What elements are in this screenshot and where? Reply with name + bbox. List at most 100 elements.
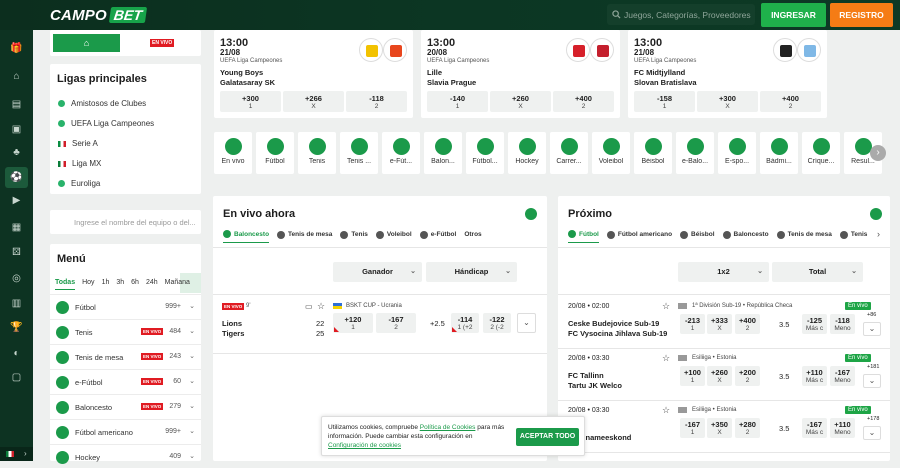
chevron-down-icon[interactable]: ⌄ <box>189 352 195 360</box>
cookie-policy-link[interactable]: Política de Cookies <box>420 424 476 431</box>
tab-voleibol[interactable]: Voleibol <box>375 230 412 243</box>
bag-icon[interactable]: ▢ <box>9 370 24 385</box>
tab-e-futbol[interactable]: e-Fútbol <box>419 230 456 243</box>
more-markets-count[interactable]: +86 <box>867 312 876 318</box>
odd-button[interactable]: -167 Meno <box>830 366 855 386</box>
dice-icon[interactable]: ⚄ <box>9 245 24 260</box>
casino-icon[interactable]: ◎ <box>9 271 24 286</box>
odd-button[interactable]: -118 Meno <box>830 314 855 334</box>
more-markets-count[interactable]: +181 <box>867 364 879 370</box>
odd-button[interactable]: -167 Más c <box>802 418 827 438</box>
video-icon[interactable]: ▶ <box>9 193 24 208</box>
odd-button[interactable]: -140 1 <box>427 91 488 112</box>
menu-sport-item[interactable]: Fútbol americano 999+ ⌄ <box>50 419 201 443</box>
odd-button[interactable]: +260 X <box>490 91 551 112</box>
sport-shortcut[interactable]: Carrer... <box>550 132 588 174</box>
chevron-down-icon[interactable]: ⌄ <box>189 327 195 335</box>
expand-button[interactable]: ⌄ <box>863 322 881 336</box>
upcoming-match-row[interactable]: 20/08 • 02:00 ☆ 1ª División Sub-19 • Repúb… <box>558 300 890 350</box>
odd-button[interactable]: +400 2 <box>760 91 821 112</box>
chevron-down-icon[interactable]: ⌄ <box>189 427 195 435</box>
sport-shortcut[interactable]: E-spo... <box>718 132 756 174</box>
sport-shortcut[interactable]: En vivo <box>214 132 252 174</box>
tab-baloncesto[interactable]: Baloncesto <box>722 230 769 243</box>
odd-button[interactable]: +300 X <box>697 91 758 112</box>
odd-button[interactable]: -213 1 <box>680 314 705 334</box>
tab-tenis[interactable]: Tenis <box>839 230 867 243</box>
clover-icon[interactable]: ♣ <box>9 145 24 160</box>
sports-icon[interactable]: ⚽ <box>5 167 28 188</box>
filter-tomorrow[interactable]: Mañana <box>165 279 190 290</box>
market-select-winner[interactable]: Ganador ⌄ <box>333 262 422 282</box>
star-icon[interactable]: ☆ <box>662 405 670 416</box>
menu-sport-item[interactable]: Tenis de mesa EN VIVO 243 ⌄ <box>50 344 201 368</box>
market-select-total[interactable]: Total ⌄ <box>772 262 863 282</box>
odd-button[interactable]: -167 1 <box>680 418 705 438</box>
gift-icon[interactable]: 🎁 <box>9 41 24 56</box>
odd-button[interactable]: +120 1 <box>333 313 373 333</box>
league-item[interactable]: Serie A <box>58 139 98 148</box>
chevron-right-icon[interactable]: › <box>24 449 27 458</box>
trophy-icon[interactable]: 🏆 <box>9 320 24 335</box>
tab-tenis-de-mesa[interactable]: Tenis de mesa <box>277 230 332 243</box>
filter-today[interactable]: Hoy <box>82 279 94 290</box>
league-item[interactable]: Euroliga <box>58 179 100 188</box>
live-tv-icon[interactable]: ▣ <box>9 122 24 137</box>
sport-shortcut[interactable]: e-Fút... <box>382 132 420 174</box>
flag-mexico-icon[interactable] <box>6 451 14 457</box>
odd-button[interactable]: -158 1 <box>634 91 695 112</box>
sport-shortcut[interactable]: Balon... <box>424 132 462 174</box>
expand-button[interactable]: ⌄ <box>863 426 881 440</box>
league-item[interactable]: UEFA Liga Campeones <box>58 119 154 128</box>
expand-button[interactable]: ⌄ <box>517 313 536 333</box>
chevron-down-icon[interactable]: ⌄ <box>189 377 195 385</box>
odd-button[interactable]: +266 X <box>283 91 344 112</box>
star-icon[interactable]: ☆ <box>317 301 325 312</box>
menu-sport-item[interactable]: Tenis EN VIVO 484 ⌄ <box>50 319 201 343</box>
odd-button[interactable]: -122 2 (-2 <box>483 313 511 333</box>
featured-match-card[interactable]: 13:00 21/08 UEFA Liga Campeones FC Midtjyll… <box>628 30 827 118</box>
odd-button[interactable]: +110 Meno <box>830 418 855 438</box>
menu-sport-item[interactable]: Hockey 409 ⌄ <box>50 444 201 468</box>
live-match-row[interactable]: EN VIVO 9' ▭ ☆ BSKT CUP - Ucrania Lions … <box>213 300 547 350</box>
odd-button[interactable]: -167 2 <box>376 313 416 333</box>
tab-baloncesto[interactable]: Baloncesto <box>223 230 270 243</box>
filter-all[interactable]: Todas <box>55 279 76 290</box>
menu-sport-item[interactable]: Baloncesto EN VIVO 279 ⌄ <box>50 394 201 418</box>
upcoming-match-row[interactable]: 20/08 • 03:30 ☆ Esiliiga • Estonia En vivo F… <box>558 352 890 402</box>
chevron-right-icon[interactable]: › <box>877 229 880 239</box>
odd-button[interactable]: -114 1 (+2 <box>451 313 479 333</box>
sport-shortcut[interactable]: Tenis ... <box>340 132 378 174</box>
tab-tenis-de-mesa[interactable]: Tenis de mesa <box>776 230 832 243</box>
menu-sport-item[interactable]: e-Fútbol EN VIVO 60 ⌄ <box>50 369 201 393</box>
home-icon[interactable]: ⌂ <box>9 69 24 84</box>
sport-shortcut[interactable]: Béisbol <box>634 132 672 174</box>
cookie-settings-link[interactable]: Configuración de cookies <box>328 442 401 449</box>
home-tab[interactable]: ⌂ <box>53 34 120 52</box>
register-button[interactable]: REGISTRO <box>830 3 893 27</box>
sport-shortcut[interactable]: Hockey <box>508 132 546 174</box>
odd-button[interactable]: +300 1 <box>220 91 281 112</box>
odd-button[interactable]: +100 1 <box>680 366 705 386</box>
chevron-down-icon[interactable]: ⌄ <box>189 402 195 410</box>
sport-shortcut[interactable]: Críque... <box>802 132 840 174</box>
login-button[interactable]: INGRESAR <box>761 3 826 27</box>
team-search[interactable]: Ingrese el nombre del equipo o del... <box>50 210 201 234</box>
filter-6h[interactable]: 6h <box>131 279 139 290</box>
odd-button[interactable]: +400 2 <box>735 314 760 334</box>
sport-shortcut[interactable]: Voleibol <box>592 132 630 174</box>
odd-button[interactable]: +333 X <box>707 314 732 334</box>
featured-match-card[interactable]: 13:00 20/08 UEFA Liga Campeones Lille Slavia… <box>421 30 620 118</box>
odd-button[interactable]: +400 2 <box>553 91 614 112</box>
live-tab[interactable]: EN VIVO <box>150 39 175 47</box>
sport-shortcut[interactable]: Tenis <box>298 132 336 174</box>
sport-shortcut[interactable]: e-Balo... <box>676 132 714 174</box>
odd-button[interactable]: +200 2 <box>735 366 760 386</box>
expand-button[interactable]: ⌄ <box>863 374 881 388</box>
promo-icon[interactable]: ▥ <box>9 296 24 311</box>
accept-all-button[interactable]: ACEPTAR TODO <box>516 428 579 446</box>
upcoming-match-row[interactable]: 20/08 • 03:30☆Esiliiga • EstoniaEn vivol… <box>558 404 890 454</box>
filter-1h[interactable]: 1h <box>102 279 110 290</box>
odd-button[interactable]: -125 Más c <box>802 314 827 334</box>
odd-button[interactable]: +280 2 <box>735 418 760 438</box>
